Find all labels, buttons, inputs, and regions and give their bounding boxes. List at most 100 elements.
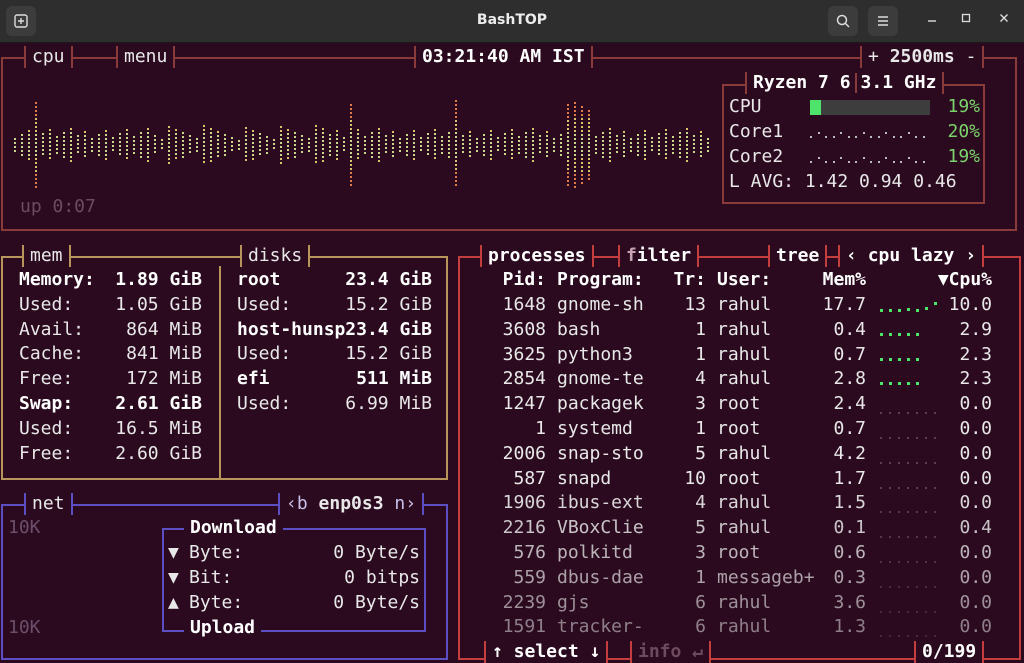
cpu-graph-dot — [35, 146, 37, 148]
process-row[interactable]: 1906 ibus-ext 4 rahul 1.5 0.0 — [462, 491, 1017, 516]
info-control[interactable]: info ↵ — [630, 641, 712, 663]
processes-tab[interactable]: processes — [480, 245, 594, 267]
cpu-graph-dot — [483, 142, 485, 144]
cpu-graph-dot — [420, 137, 422, 139]
process-user: rahul — [717, 616, 772, 638]
header-user[interactable]: User: — [717, 268, 771, 293]
cpu-graph-dot — [567, 124, 569, 126]
cpu-graph-dot — [455, 124, 457, 126]
process-threads: 3 — [695, 542, 706, 563]
header-cpu[interactable]: ▼Cpu% — [920, 268, 992, 293]
process-row[interactable]: 1 systemd 1 root 0.7 0.0 — [462, 417, 1017, 442]
select-control[interactable]: ↑ select ↓ — [484, 641, 609, 663]
cpu-graph-dot — [581, 142, 583, 144]
cpu-graph-dot — [266, 148, 268, 150]
cpu-graph-dot — [42, 149, 44, 151]
cpu-graph-dot — [581, 166, 583, 168]
process-pid: 1 — [535, 418, 546, 439]
cpu-graph-dot — [203, 149, 205, 151]
hamburger-menu-button[interactable] — [868, 6, 898, 36]
process-row[interactable]: 2854 gnome-te 4 rahul 2.8 2.3 — [462, 367, 1017, 392]
header-mem[interactable]: Mem% — [800, 268, 866, 293]
cpu-graph-dot — [63, 140, 65, 142]
cpu-graph-dot — [490, 130, 492, 132]
cpu-graph-dot — [329, 146, 331, 148]
sort-prev[interactable]: ‹ — [846, 245, 857, 266]
cpu-graph-dot — [623, 155, 625, 157]
cpu-graph-dot — [70, 144, 72, 146]
net-prev-interface[interactable]: ‹b — [286, 493, 308, 514]
tree-tab[interactable]: tree — [768, 245, 828, 267]
cpu-graph-dot — [525, 144, 527, 146]
process-row[interactable]: 559 dbus-dae 1 messageb+ 0.3 0.0 — [462, 566, 1017, 591]
cpu-graph-dot — [532, 152, 534, 154]
cpu-graph-dot — [532, 144, 534, 146]
process-row[interactable]: 3608 bash 1 rahul 0.4 2.9 — [462, 318, 1017, 343]
cpu-graph-dot — [434, 145, 436, 147]
cpu-graph-dot — [301, 143, 303, 145]
process-row[interactable]: 1591 tracker- 6 rahul 1.3 0.0 — [462, 615, 1017, 640]
process-row[interactable]: 587 snapd 10 root 1.7 0.0 — [462, 467, 1017, 492]
hamburger-icon — [878, 16, 888, 26]
process-threads: 4 — [695, 368, 706, 390]
cpu-graph-dot — [455, 104, 457, 106]
process-row[interactable]: 1648 gnome-sh 13 rahul 17.7 10.0 — [462, 293, 1017, 318]
cpu-graph-dot — [504, 145, 506, 147]
cpu-graph-dot — [56, 152, 58, 154]
cpu-graph-dot — [350, 176, 352, 178]
maximize-button[interactable] — [956, 11, 976, 31]
cpu-graph-dot — [301, 139, 303, 141]
rate-decrease-button[interactable]: - — [966, 46, 977, 67]
cpu-graph-dot — [434, 157, 436, 159]
cpu-graph-dot — [700, 151, 702, 153]
cpu-graph-dot — [105, 154, 107, 156]
cpu-graph-dot — [28, 142, 30, 144]
cpu-graph-dot — [665, 153, 667, 155]
process-row[interactable]: 2239 gjs 6 rahul 3.6 0.0 — [462, 591, 1017, 616]
minimize-button[interactable] — [922, 11, 942, 31]
cpu-tab[interactable]: cpu — [24, 46, 73, 68]
process-cpu: 0.0 — [959, 418, 992, 439]
process-pid: 3625 — [502, 343, 546, 365]
cpu-graph-dot — [693, 139, 695, 141]
process-row[interactable]: 576 polkitd 3 root 0.6 0.0 — [462, 541, 1017, 566]
cpu-graph-dot — [693, 147, 695, 149]
cpu-graph-dot — [350, 124, 352, 126]
cpu-graph-dot — [175, 137, 177, 139]
search-button[interactable] — [828, 6, 858, 36]
mem-row-label: Used: — [19, 417, 74, 439]
cpu-graph-dot — [546, 151, 548, 153]
net-interface-selector: ‹b enp0s3 n› — [278, 493, 425, 515]
menu-tab[interactable]: menu — [116, 46, 176, 68]
cpu-spark-baseline — [916, 561, 918, 563]
cpu-graph-dot — [672, 136, 674, 138]
cpu-graph-dot — [217, 155, 219, 157]
close-button[interactable] — [994, 11, 1014, 31]
process-row[interactable]: 2006 snap-sto 5 rahul 4.2 0.0 — [462, 442, 1017, 467]
cpu-graph-dot — [273, 139, 275, 141]
cpu-graph-dot — [455, 184, 457, 186]
cpu-graph-dot — [539, 151, 541, 153]
cpu-graph-dot — [609, 156, 611, 158]
header-threads[interactable]: Tr: — [660, 268, 706, 293]
cpu-spark-baseline — [907, 461, 909, 464]
cpu-spark-baseline — [880, 486, 882, 489]
process-row[interactable]: 2216 VBoxClie 5 rahul 0.1 0.4 — [462, 516, 1017, 541]
process-row[interactable]: 3625 python3 1 rahul 0.7 2.3 — [462, 343, 1017, 368]
cpu-spark-baseline — [898, 536, 900, 539]
cpu-spark-baseline — [907, 412, 909, 415]
cpu-spark-baseline — [889, 412, 891, 415]
sort-next[interactable]: › — [965, 245, 976, 266]
cpu-graph-dot — [315, 141, 317, 143]
cpu-graph-dot — [490, 158, 492, 160]
header-program[interactable]: Program: — [557, 268, 644, 293]
rate-increase-button[interactable]: + — [868, 46, 879, 67]
process-row[interactable]: 1247 packagek 3 root 2.4 0.0 — [462, 392, 1017, 417]
header-pid[interactable]: Pid: — [480, 268, 546, 293]
net-next-interface[interactable]: n› — [394, 493, 416, 514]
cpu-graph-dot — [413, 146, 415, 148]
cpu-graph-dot — [658, 149, 660, 151]
cpu-graph-dot — [574, 106, 576, 108]
filter-tab[interactable]: filter — [618, 245, 700, 267]
minimize-icon — [928, 20, 936, 22]
